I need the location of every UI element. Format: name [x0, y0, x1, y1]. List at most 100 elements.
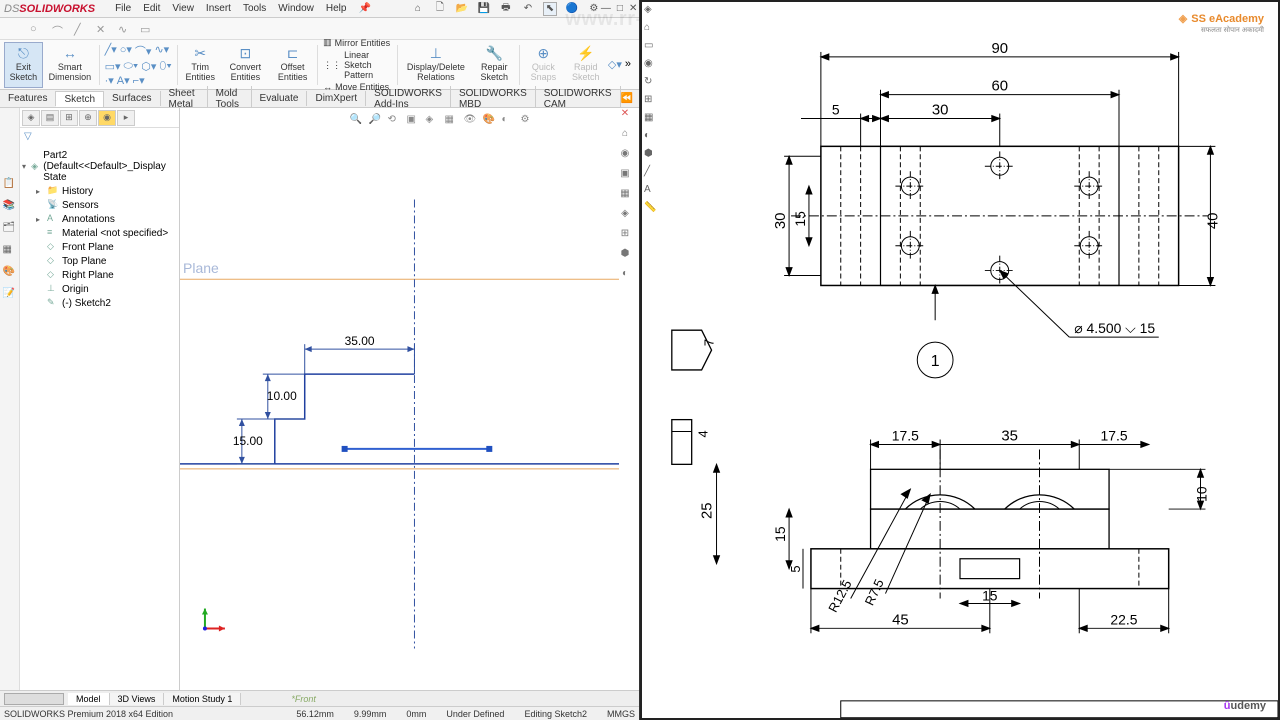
- custom-props-icon[interactable]: 📝: [3, 288, 17, 302]
- tab-sketch[interactable]: Sketch: [56, 91, 104, 107]
- paint-icon[interactable]: ◇▾: [608, 58, 622, 71]
- status-y: 9.99mm: [354, 709, 387, 719]
- save-icon[interactable]: 💾: [477, 2, 491, 16]
- tree-top-plane[interactable]: ◇Top Plane: [22, 254, 177, 268]
- offset-button[interactable]: ⊏Offset Entities: [271, 42, 315, 88]
- view-orient-icon[interactable]: ◈: [426, 114, 440, 128]
- tree-origin[interactable]: ⊥Origin: [22, 282, 177, 296]
- menu-view[interactable]: View: [172, 3, 194, 14]
- tree-front-plane[interactable]: ◇Front Plane: [22, 240, 177, 254]
- circle-icon[interactable]: ○: [30, 23, 42, 35]
- collapse-tabs-icon[interactable]: ⏪: [621, 93, 639, 104]
- btab-motion[interactable]: Motion Study 1: [164, 693, 241, 705]
- repair-sketch-button[interactable]: 🔧Repair Sketch: [472, 42, 516, 88]
- fillet-tool-icon[interactable]: ⌐▾: [133, 74, 145, 87]
- circle-tool-icon[interactable]: ○▾: [120, 43, 132, 59]
- status-units[interactable]: MMGS: [607, 709, 635, 719]
- new-icon[interactable]: 🗋: [433, 2, 447, 16]
- timeline-slider[interactable]: [4, 693, 64, 705]
- menu-edit[interactable]: Edit: [143, 3, 160, 14]
- tree-tab-more-icon[interactable]: ▸: [117, 110, 135, 126]
- filter-icon[interactable]: ▽: [20, 128, 179, 145]
- menu-insert[interactable]: Insert: [206, 3, 231, 14]
- mirror-button[interactable]: ▥Mirror Entities: [323, 37, 392, 48]
- appearance-icon[interactable]: 🎨: [483, 114, 497, 128]
- side-tool1-icon[interactable]: ◉: [617, 148, 633, 164]
- cross-icon[interactable]: ✕: [96, 23, 108, 35]
- slot-tool-icon[interactable]: ⬭▾: [124, 60, 139, 73]
- graphics-area[interactable]: 🔍 🔎 ⟲ ▣ ◈ ▦ 👁 🎨 ◐ ⚙ ✕ ⌂ ◉ ▣ ▦: [180, 108, 639, 690]
- print-icon[interactable]: 🖶: [499, 2, 513, 16]
- appearances-icon[interactable]: 🎨: [3, 266, 17, 280]
- text-tool-icon[interactable]: A▾: [117, 74, 130, 87]
- arc-tool-icon[interactable]: ⌒▾: [135, 43, 152, 59]
- btab-3dviews[interactable]: 3D Views: [110, 693, 165, 705]
- ellipse-tool-icon[interactable]: ⬯▾: [159, 60, 171, 73]
- menu-file[interactable]: File: [115, 3, 131, 14]
- side-tool6-icon[interactable]: ⬢: [617, 248, 633, 264]
- side-home-icon[interactable]: ⌂: [617, 128, 633, 144]
- display-style-icon[interactable]: ▦: [445, 114, 459, 128]
- tree-right-plane[interactable]: ◇Right Plane: [22, 268, 177, 282]
- point-tool-icon[interactable]: ·▾: [105, 74, 114, 87]
- tree-root[interactable]: ▾◈Part2 (Default<<Default>_Display State: [22, 149, 177, 184]
- explorer-icon[interactable]: 🗂: [3, 222, 17, 236]
- view-palette-icon[interactable]: ▦: [3, 244, 17, 258]
- menu-help[interactable]: Help: [326, 3, 347, 14]
- svg-text:22.5: 22.5: [1110, 611, 1137, 627]
- exit-sketch-button[interactable]: ⎋Exit Sketch: [4, 42, 43, 88]
- select-icon[interactable]: ⬉: [543, 2, 557, 16]
- svg-text:17.5: 17.5: [1100, 427, 1127, 443]
- zoom-area-icon[interactable]: 🔎: [369, 114, 383, 128]
- tree-tab-config-icon[interactable]: ⊞: [60, 110, 78, 126]
- line-tool-icon[interactable]: ╱▾: [105, 43, 117, 59]
- spline-tool-icon[interactable]: ∿▾: [154, 43, 169, 59]
- tree-material[interactable]: ≡Material <not specified>: [22, 226, 177, 240]
- linear-pattern-button[interactable]: ⋮⋮Linear Sketch Pattern: [323, 50, 392, 80]
- display-relations-button[interactable]: ⊥Display/Delete Relations: [401, 42, 472, 88]
- menu-tools[interactable]: Tools: [243, 3, 266, 14]
- side-tool7-icon[interactable]: ◐: [617, 268, 633, 284]
- resources-icon[interactable]: 📋: [3, 178, 17, 192]
- tree-history[interactable]: ▸📁History: [22, 184, 177, 198]
- btab-model[interactable]: Model: [68, 693, 110, 705]
- trim-button[interactable]: ✂Trim Entities: [180, 42, 220, 88]
- open-icon[interactable]: 📂: [455, 2, 469, 16]
- prev-view-icon[interactable]: ⟲: [388, 114, 402, 128]
- scene-icon[interactable]: ◐: [502, 114, 516, 128]
- side-tool5-icon[interactable]: ⊞: [617, 228, 633, 244]
- menu-window[interactable]: Window: [278, 3, 314, 14]
- smart-dimension-button[interactable]: ↔Smart Dimension: [44, 42, 96, 88]
- tree-sketch2[interactable]: ✎(-) Sketch2: [22, 296, 177, 310]
- rect-icon[interactable]: ▭: [140, 23, 152, 35]
- section-icon[interactable]: ▣: [407, 114, 421, 128]
- close-sketch-icon[interactable]: ✕: [617, 108, 633, 124]
- tab-features[interactable]: Features: [0, 91, 56, 106]
- undo-icon[interactable]: ↶: [521, 2, 535, 16]
- tree-sensors[interactable]: 📡Sensors: [22, 198, 177, 212]
- zoom-fit-icon[interactable]: 🔍: [350, 114, 364, 128]
- arc-icon[interactable]: ⌒: [52, 23, 64, 35]
- tree-tab-dimxpert-icon[interactable]: ⊕: [79, 110, 97, 126]
- hide-show-icon[interactable]: 👁: [464, 114, 478, 128]
- tab-surfaces[interactable]: Surfaces: [104, 91, 160, 106]
- tree-tab-property-icon[interactable]: ▤: [41, 110, 59, 126]
- side-tool3-icon[interactable]: ▦: [617, 188, 633, 204]
- library-icon[interactable]: 📚: [3, 200, 17, 214]
- tree-annotations[interactable]: ▸AAnnotations: [22, 212, 177, 226]
- convert-button[interactable]: ⊡Convert Entities: [221, 42, 270, 88]
- rect-tool-icon[interactable]: ▭▾: [105, 60, 121, 73]
- menu-pin-icon[interactable]: 📌: [358, 3, 370, 14]
- side-tool4-icon[interactable]: ◈: [617, 208, 633, 224]
- tree-tab-feature-icon[interactable]: ◈: [22, 110, 40, 126]
- tree-tab-display-icon[interactable]: ◉: [98, 110, 116, 126]
- poly-tool-icon[interactable]: ⬡▾: [141, 60, 156, 73]
- spline-icon[interactable]: ∿: [118, 23, 130, 35]
- tab-evaluate[interactable]: Evaluate: [252, 91, 308, 106]
- side-tool2-icon[interactable]: ▣: [617, 168, 633, 184]
- home-icon[interactable]: ⌂: [411, 2, 425, 16]
- tab-dimxpert[interactable]: DimXpert: [307, 91, 366, 106]
- view-settings-icon[interactable]: ⚙: [521, 114, 535, 128]
- line-icon[interactable]: ╱: [74, 23, 86, 35]
- expand-icon[interactable]: »: [625, 58, 631, 71]
